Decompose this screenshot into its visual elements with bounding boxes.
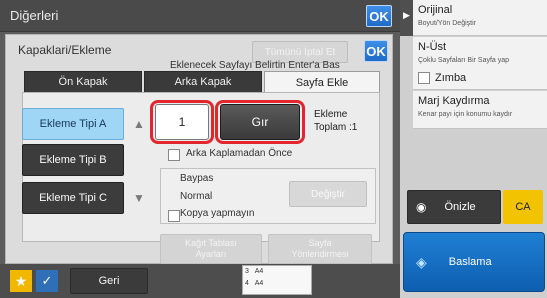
paper-type-label: Normal <box>180 191 213 202</box>
tab-front-cover[interactable]: Ön Kapak <box>24 71 142 93</box>
paper-source-label: Baypas <box>180 173 214 184</box>
header-title: Diğerleri <box>10 8 59 23</box>
original-sublabel: Boyut/Yön Değiştir <box>418 20 476 27</box>
preview-button[interactable]: ◉ Önizle <box>407 190 501 224</box>
page-orientation-line2: Yönlendirmesi <box>291 249 349 259</box>
insert-total-line1: Ekleme <box>314 109 348 120</box>
tray-settings-line2: Ayarları <box>195 249 227 259</box>
check-icon[interactable]: ✓ <box>36 270 58 292</box>
start-label: Baslama <box>448 256 492 268</box>
tab-back-cover[interactable]: Arka Kapak <box>144 71 262 93</box>
staple-checkbox[interactable] <box>418 72 430 84</box>
margin-shift-setting-item[interactable]: Marj Kaydırma Kenar payı için konumu kay… <box>413 91 547 129</box>
margin-shift-sublabel: Kenar payı için konumu kaydır <box>418 111 513 118</box>
original-label: Orijinal <box>418 4 453 16</box>
back-cover-checkbox[interactable] <box>168 149 180 161</box>
insert-type-a-button[interactable]: Ekleme Tipi A <box>22 108 124 140</box>
no-copy-checkbox[interactable] <box>168 210 180 222</box>
margin-shift-label: Marj Kaydırma <box>418 95 490 107</box>
tab-insert-page[interactable]: Sayfa Ekle <box>264 71 380 94</box>
page-mini-table: 3 A4 4 A4 <box>242 265 312 295</box>
change-paper-button[interactable]: Değiştir <box>289 181 367 207</box>
scroll-up-icon[interactable]: ▲ <box>130 108 148 140</box>
start-button[interactable]: ◈ Baslama <box>403 232 545 292</box>
staple-setting-item[interactable]: Zımba <box>413 66 547 90</box>
page-orientation-label: Sayfa Yönlendirmesi <box>291 238 348 260</box>
start-icon: ◈ <box>416 253 427 270</box>
clear-all-button[interactable]: CA <box>503 190 543 224</box>
expand-arrow-icon[interactable]: ▶ <box>400 0 413 36</box>
page-number-field[interactable]: 1 <box>155 104 209 140</box>
page-orientation-line1: Sayfa <box>308 238 332 248</box>
back-button[interactable]: Geri <box>70 268 148 294</box>
original-setting-item[interactable]: Orijinal Boyut/Yön Değiştir <box>413 0 547 36</box>
tray-settings-label: Kağıt Tablası Ayarları <box>185 238 237 260</box>
preview-icon: ◉ <box>416 200 427 214</box>
insert-type-b-button[interactable]: Ekleme Tipi B <box>22 144 124 176</box>
dialog-ok-button[interactable]: OK <box>364 40 388 62</box>
dialog-title: Kapaklari/Ekleme <box>18 43 112 57</box>
insert-type-c-button[interactable]: Ekleme Tipi C <box>22 182 124 214</box>
bottom-bar <box>0 264 400 298</box>
no-copy-label: Kopya yapmayın <box>180 208 255 219</box>
insert-total-label: Ekleme Toplam :1 <box>314 108 357 134</box>
n-up-label: N-Üst <box>418 41 447 53</box>
scroll-down-icon[interactable]: ▼ <box>130 182 148 214</box>
copier-screen: Diğerleri OK Kapaklari/Ekleme Tümünü İpt… <box>0 0 547 298</box>
enter-button[interactable]: Gır <box>220 104 300 140</box>
header-ok-button[interactable]: OK <box>366 5 392 27</box>
mini-row: 3 A4 <box>245 268 264 275</box>
back-cover-checkbox-label: Arka Kaplamadan Önce <box>186 148 293 159</box>
insert-total-line2: Toplam :1 <box>314 122 358 133</box>
insert-hint-text: Eklenecek Sayfayı Belirtin Enter'a Bas <box>170 60 340 71</box>
mini-row: 4 A4 <box>245 280 264 287</box>
n-up-sublabel: Çoklu Sayfaları Bir Sayfa yap <box>418 57 510 64</box>
star-icon[interactable]: ★ <box>10 270 32 292</box>
tray-settings-line1: Kağıt Tablası <box>185 238 237 248</box>
top-bar: Diğerleri OK <box>0 0 400 32</box>
staple-label: Zımba <box>435 72 467 84</box>
page-orientation-button[interactable]: Sayfa Yönlendirmesi <box>268 234 372 264</box>
tray-settings-button[interactable]: Kağıt Tablası Ayarları <box>160 234 262 264</box>
preview-label: Önizle <box>444 201 476 213</box>
